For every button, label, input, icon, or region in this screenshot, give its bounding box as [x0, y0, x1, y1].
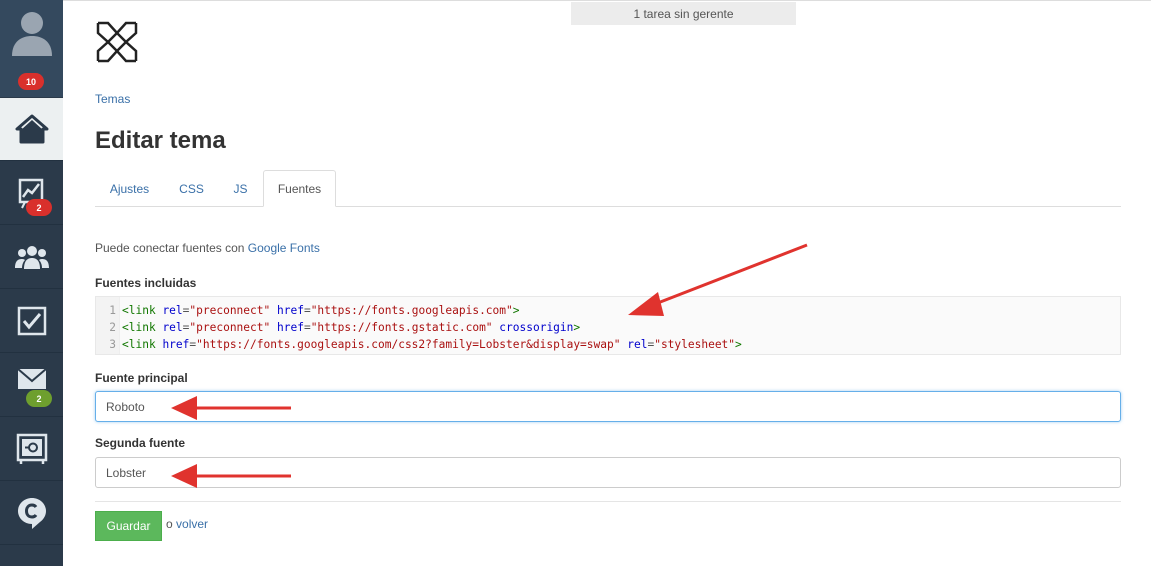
sidebar-item-storage[interactable] — [0, 418, 63, 481]
attr-value: "preconnect" — [189, 320, 271, 334]
or-text: o — [166, 517, 177, 531]
attr-value: "https://fonts.gstatic.com" — [310, 320, 493, 334]
line-number: 3 — [109, 337, 116, 351]
second-font-input[interactable] — [95, 457, 1121, 488]
attr-name: rel — [627, 337, 648, 351]
attr-name: href — [276, 303, 304, 317]
main-font-input[interactable] — [95, 391, 1121, 422]
attr-value: "stylesheet" — [654, 337, 736, 351]
code-line: 1 <link rel="preconnect" href="https://f… — [96, 302, 1120, 318]
attr-name: crossorigin — [499, 320, 574, 334]
mail-badge: 2 — [26, 390, 52, 407]
attr-name: href — [276, 320, 304, 334]
included-fonts-code-editor[interactable]: 1 <link rel="preconnect" href="https://f… — [95, 296, 1121, 355]
top-border — [63, 0, 1151, 1]
chat-icon — [17, 498, 46, 529]
fonts-hint: Puede conectar fuentes con Google Fonts — [95, 241, 320, 255]
reports-badge: 2 — [26, 199, 52, 216]
safe-icon — [16, 433, 47, 464]
sidebar-item-tasks[interactable] — [0, 290, 63, 353]
attr-name: rel — [162, 320, 183, 334]
page-title: Editar tema — [95, 127, 226, 154]
code-line: 2 <link rel="preconnect" href="https://f… — [96, 319, 1120, 335]
form-divider — [95, 501, 1121, 502]
sidebar-item-contacts[interactable] — [0, 226, 63, 289]
included-fonts-label: Fuentes incluidas — [95, 276, 197, 290]
google-fonts-link[interactable]: Google Fonts — [248, 241, 320, 255]
user-notification-badge: 10 — [18, 73, 44, 90]
tab-fonts[interactable]: Fuentes — [263, 170, 336, 207]
line-number: 1 — [109, 303, 116, 317]
second-font-label: Segunda fuente — [95, 436, 186, 450]
tab-settings[interactable]: Ajustes — [95, 170, 164, 207]
back-link[interactable]: volver — [176, 517, 208, 531]
breadcrumb-themes[interactable]: Temas — [95, 92, 130, 106]
user-avatar-icon — [12, 12, 52, 56]
line-number: 2 — [109, 320, 116, 334]
code-line: 3 <link href="https://fonts.googleapis.c… — [96, 336, 1120, 352]
group-icon — [14, 246, 49, 269]
tab-css[interactable]: CSS — [167, 170, 216, 207]
code-text: <link rel="preconnect" href="https://fon… — [122, 303, 520, 317]
checkbox-icon — [17, 306, 46, 336]
tab-js[interactable]: JS — [220, 170, 261, 207]
attr-value: "https://fonts.googleapis.com/css2?famil… — [196, 337, 621, 351]
attr-value: "preconnect" — [189, 303, 271, 317]
user-profile[interactable]: 10 — [0, 0, 63, 97]
unassigned-task-notice[interactable]: 1 tarea sin gerente — [571, 2, 796, 25]
back-text: o volver — [166, 517, 208, 531]
home-icon — [15, 114, 48, 144]
tab-bar: Ajustes CSS JS Fuentes — [95, 170, 1121, 207]
sidebar-item-home[interactable] — [0, 98, 63, 161]
code-text: <link rel="preconnect" href="https://fon… — [122, 320, 581, 334]
sidebar-item-chat[interactable] — [0, 482, 63, 545]
save-button[interactable]: Guardar — [95, 511, 162, 541]
sidebar: 10 2 2 — [0, 0, 63, 566]
attr-value: "https://fonts.googleapis.com" — [310, 303, 513, 317]
fonts-hint-text: Puede conectar fuentes con — [95, 241, 248, 255]
main-font-label: Fuente principal — [95, 371, 188, 385]
sidebar-item-mail[interactable]: 2 — [0, 354, 63, 417]
brand-logo-icon — [96, 21, 138, 63]
mail-icon — [16, 368, 47, 389]
sidebar-item-reports[interactable]: 2 — [0, 162, 63, 225]
attr-name: href — [162, 337, 190, 351]
attr-name: rel — [162, 303, 183, 317]
code-text: <link href="https://fonts.googleapis.com… — [122, 337, 742, 351]
